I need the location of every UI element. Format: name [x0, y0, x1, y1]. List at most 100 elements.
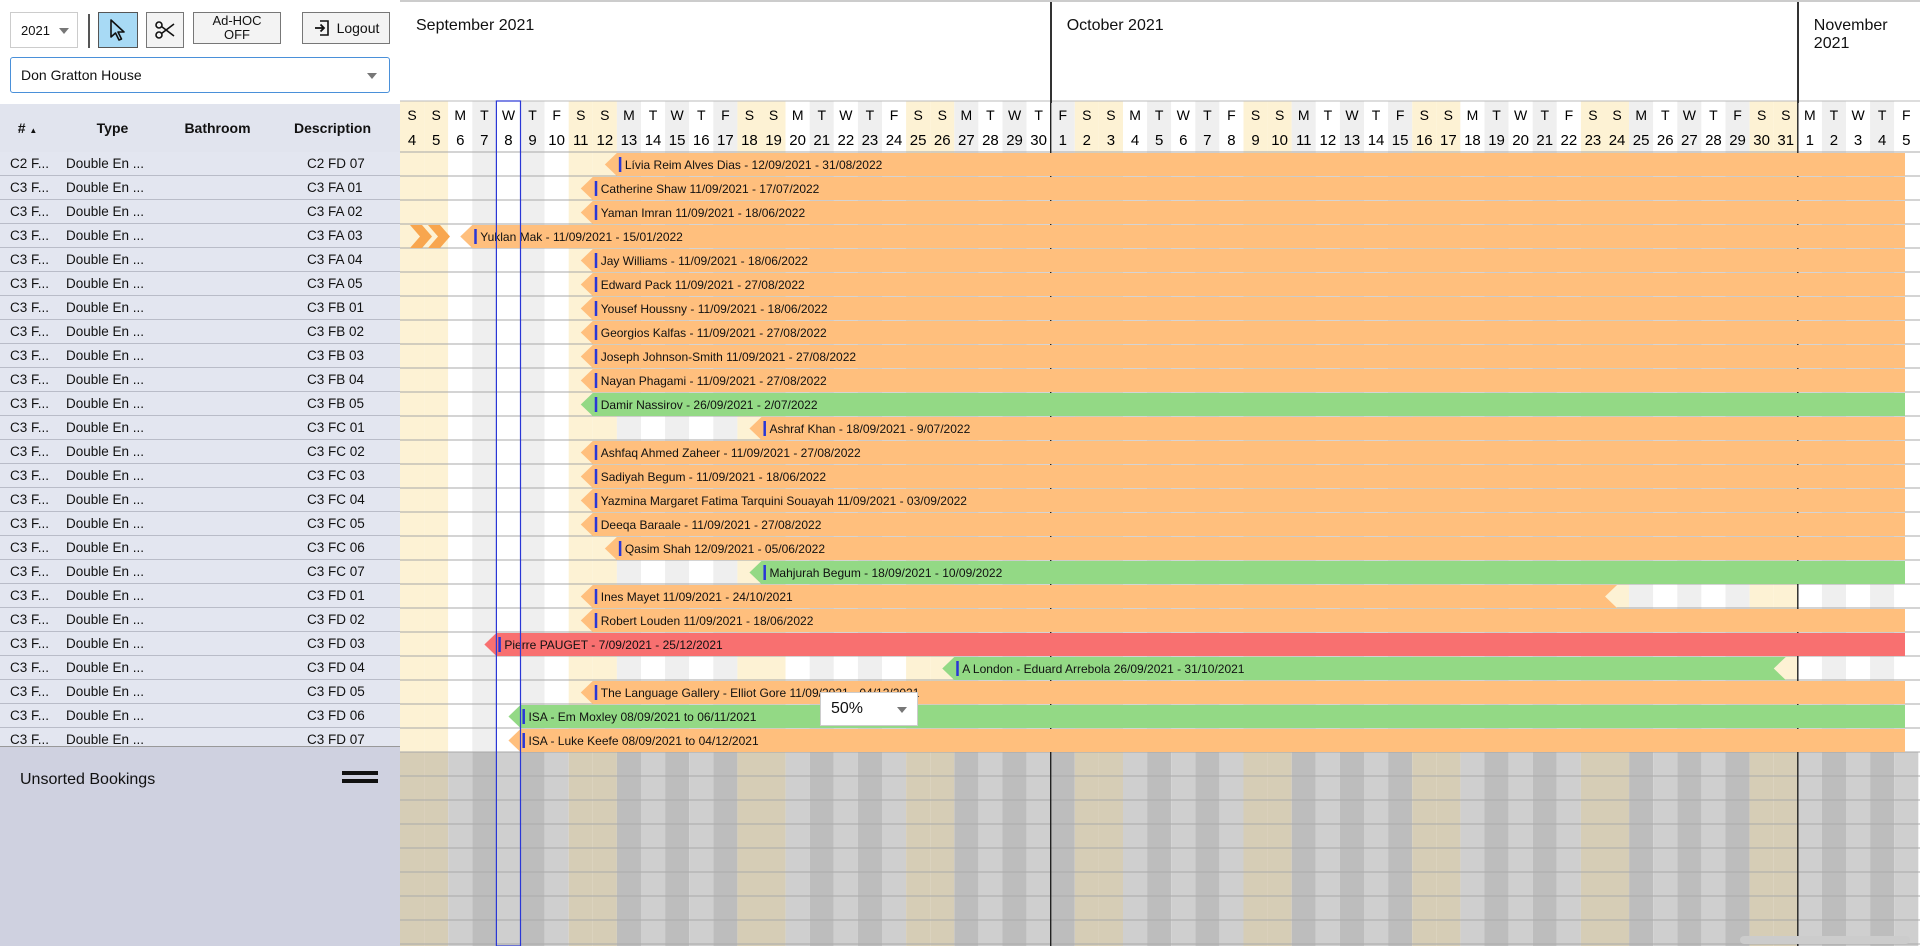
room-rows: C2 F... Double En ... C2 FD 07 C3 F... Do… [0, 152, 400, 746]
unsorted-bookings-title: Unsorted Bookings [20, 771, 156, 788]
booking-label: Ashraf Khan - 18/09/2021 - 9/07/2022 [769, 422, 970, 436]
unsorted-day-column [1846, 752, 1871, 946]
column-header-bathroom[interactable]: Bathroom [170, 120, 265, 136]
room-row[interactable]: C3 F... Double En ... C3 FA 04 [0, 248, 400, 272]
day-number-label: 25 [910, 132, 927, 149]
room-row[interactable]: C3 F... Double En ... C3 FD 01 [0, 584, 400, 608]
weekday-label: T [1709, 107, 1718, 123]
weekday-label: W [1514, 107, 1528, 123]
room-row[interactable]: C3 F... Double En ... C3 FC 03 [0, 464, 400, 488]
booking-label: Catherine Shaw 11/09/2021 - 17/07/2022 [601, 182, 820, 196]
room-row[interactable]: C3 F... Double En ... C3 FC 01 [0, 416, 400, 440]
day-number-label: 26 [934, 132, 951, 149]
weekday-label: W [1008, 107, 1022, 123]
room-description: C3 FD 04 [307, 660, 365, 675]
room-description: C3 FA 05 [307, 276, 363, 291]
unsorted-day-column [1219, 752, 1244, 946]
month-header: September 2021 October 2021 November 2021 [400, 0, 1920, 103]
unsorted-day-column [1436, 752, 1461, 946]
unsorted-day-column [1677, 752, 1702, 946]
weekday-label: W [1683, 107, 1697, 123]
day-number-label: 5 [432, 132, 440, 149]
zoom-select[interactable]: 50% [820, 692, 918, 726]
day-number-label: 1 [1806, 132, 1814, 149]
room-row[interactable]: C3 F... Double En ... C3 FD 04 [0, 656, 400, 680]
unsorted-day-column [568, 752, 593, 946]
weekday-label: T [1324, 107, 1333, 123]
unsorted-day-column [857, 752, 882, 946]
unsorted-day-column [1870, 752, 1895, 946]
weekday-label: T [697, 107, 706, 123]
weekday-label: T [817, 107, 826, 123]
toolbar: 2021 Ad-HOC OFF Logout Don Gratton House [0, 0, 400, 104]
column-header-type[interactable]: Type [55, 120, 170, 136]
booking-label: Jay Williams - 11/09/2021 - 18/06/2022 [601, 254, 809, 268]
unsorted-day-column [1195, 752, 1220, 946]
room-row[interactable]: C3 F... Double En ... C3 FD 05 [0, 680, 400, 704]
room-row[interactable]: C3 F... Double En ... C3 FD 06 [0, 704, 400, 728]
year-select[interactable]: 2021 [10, 12, 78, 48]
room-row[interactable]: C3 F... Double En ... C3 FB 05 [0, 392, 400, 416]
room-row[interactable]: C3 F... Double En ... C3 FC 05 [0, 512, 400, 536]
weekday-label: S [745, 107, 754, 123]
room-row[interactable]: C3 F... Double En ... C3 FD 07 [0, 728, 400, 746]
horizontal-scrollbar[interactable] [1740, 936, 1910, 944]
room-type: Double En ... [66, 468, 145, 483]
unsorted-day-column [1339, 752, 1364, 946]
room-row[interactable]: C3 F... Double En ... C3 FB 04 [0, 368, 400, 392]
toolbar-divider [88, 14, 90, 48]
unsorted-day-column [689, 752, 714, 946]
weekday-label: T [1203, 107, 1212, 123]
unsorted-day-column [930, 752, 955, 946]
menu-icon[interactable] [342, 771, 378, 785]
room-row[interactable]: C2 F... Double En ... C2 FD 07 [0, 152, 400, 176]
room-description: C3 FD 05 [307, 684, 365, 699]
weekday-label: T [1878, 107, 1887, 123]
room-row[interactable]: C3 F... Double En ... C3 FB 03 [0, 344, 400, 368]
room-row[interactable]: C3 F... Double En ... C3 FC 02 [0, 440, 400, 464]
column-header-description[interactable]: Description [265, 120, 400, 136]
property-select[interactable]: Don Gratton House [10, 57, 390, 93]
room-row[interactable]: C3 F... Double En ... C3 FB 02 [0, 320, 400, 344]
room-row[interactable]: C3 F... Double En ... C3 FB 01 [0, 296, 400, 320]
booking-marker [594, 613, 598, 628]
room-row[interactable]: C3 F... Double En ... C3 FA 03 [0, 224, 400, 248]
day-number-label: 6 [456, 132, 464, 149]
room-type: Double En ... [66, 708, 145, 723]
month-divider [1049, 2, 1052, 103]
room-row[interactable]: C3 F... Double En ... C3 FD 02 [0, 608, 400, 632]
column-header-number[interactable]: # ▲ [0, 120, 55, 136]
select-tool-button[interactable] [98, 12, 138, 48]
room-number: C3 F... [10, 204, 50, 219]
day-number-label: 13 [1344, 132, 1361, 149]
month-divider [1796, 2, 1799, 103]
weekday-label: W [502, 107, 516, 123]
day-number-label: 10 [1271, 132, 1288, 149]
weekday-label: S [576, 107, 585, 123]
room-row[interactable]: C3 F... Double En ... C3 FD 03 [0, 632, 400, 656]
booking-marker [594, 445, 598, 460]
room-row[interactable]: C3 F... Double En ... C3 FC 07 [0, 560, 400, 584]
day-number-label: 4 [1131, 132, 1139, 149]
weekday-label: T [1155, 107, 1164, 123]
cut-tool-button[interactable] [146, 12, 184, 48]
room-row[interactable]: C3 F... Double En ... C3 FA 02 [0, 200, 400, 224]
unsorted-day-column [761, 752, 786, 946]
adhoc-toggle-button[interactable]: Ad-HOC OFF [193, 12, 281, 44]
weekday-label: W [1345, 107, 1359, 123]
scissors-icon [155, 21, 175, 39]
room-type: Double En ... [66, 636, 145, 651]
room-row[interactable]: C3 F... Double En ... C3 FC 04 [0, 488, 400, 512]
room-number: C3 F... [10, 444, 50, 459]
room-row[interactable]: C3 F... Double En ... C3 FC 06 [0, 536, 400, 560]
booking-marker [618, 541, 622, 556]
room-number: C3 F... [10, 684, 50, 699]
logout-button[interactable]: Logout [302, 12, 390, 44]
unsorted-day-column [785, 752, 810, 946]
unsorted-day-column [1508, 752, 1533, 946]
day-number-label: 21 [1536, 132, 1553, 149]
unsorted-day-column [1364, 752, 1389, 946]
room-row[interactable]: C3 F... Double En ... C3 FA 01 [0, 176, 400, 200]
room-description: C3 FD 03 [307, 636, 365, 651]
room-row[interactable]: C3 F... Double En ... C3 FA 05 [0, 272, 400, 296]
